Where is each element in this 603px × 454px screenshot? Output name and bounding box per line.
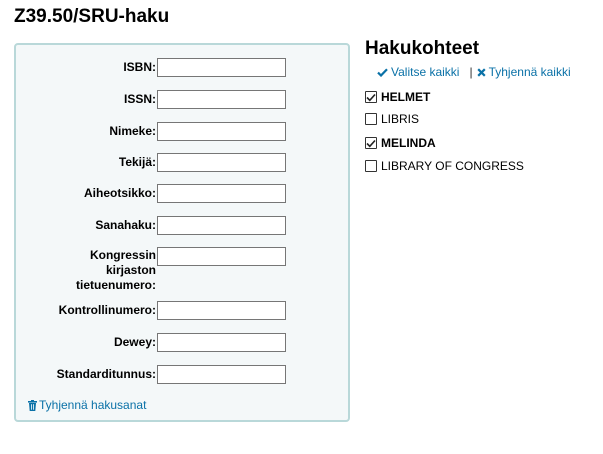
title-label: Nimeke: bbox=[109, 124, 156, 138]
issn-label: ISSN: bbox=[123, 92, 156, 106]
search-targets-title: Hakukohteet bbox=[365, 38, 480, 59]
checkmark-icon bbox=[366, 93, 376, 101]
check-icon bbox=[377, 67, 388, 77]
helmet-label: HELMET bbox=[381, 90, 431, 104]
title-input[interactable] bbox=[157, 122, 286, 141]
control-number-label: Kontrollinumero: bbox=[58, 303, 156, 317]
control-number-input[interactable] bbox=[157, 301, 286, 320]
isbn-label: ISBN: bbox=[123, 60, 156, 74]
actions-separator: | bbox=[469, 65, 473, 79]
target-item-library-of-congress[interactable]: LIBRARY OF CONGRESS bbox=[365, 159, 524, 173]
lccn-input[interactable] bbox=[157, 247, 286, 266]
issn-input[interactable] bbox=[157, 90, 286, 109]
author-label: Tekijä: bbox=[118, 155, 156, 169]
page-title: Z39.50/SRU-haku bbox=[14, 6, 170, 27]
standard-id-label: Standarditunnus: bbox=[56, 367, 156, 381]
target-item-melinda[interactable]: MELINDA bbox=[365, 136, 436, 150]
clear-all-link[interactable]: Tyhjennä kaikki bbox=[477, 65, 571, 79]
trash-icon bbox=[28, 399, 37, 411]
target-item-helmet[interactable]: HELMET bbox=[365, 90, 430, 104]
keyword-input[interactable] bbox=[157, 216, 286, 235]
library-of-congress-checkbox[interactable] bbox=[365, 160, 377, 172]
clear-search-terms-link[interactable]: Tyhjennä hakusanat bbox=[28, 398, 146, 412]
subject-label: Aiheotsikko: bbox=[83, 186, 156, 200]
melinda-checkbox[interactable] bbox=[365, 137, 377, 149]
clear-all-label: Tyhjennä kaikki bbox=[488, 65, 571, 79]
search-form-panel: ISBN: ISSN: Nimeke: Tekijä: Aiheotsikko:… bbox=[14, 43, 350, 422]
dewey-input[interactable] bbox=[157, 333, 286, 352]
standard-id-input[interactable] bbox=[157, 365, 286, 384]
dewey-label: Dewey: bbox=[113, 335, 156, 349]
keyword-label: Sanahaku: bbox=[95, 218, 156, 232]
subject-input[interactable] bbox=[157, 184, 286, 203]
libris-label: LIBRIS bbox=[381, 112, 420, 126]
lccn-label: Kongressin kirjaston tietuenumero: bbox=[16, 248, 156, 293]
lccn-label-line-3: tietuenumero: bbox=[75, 278, 156, 292]
author-input[interactable] bbox=[157, 153, 286, 172]
checkmark-icon bbox=[366, 139, 376, 147]
select-all-link[interactable]: Valitse kaikki bbox=[377, 65, 459, 79]
helmet-checkbox[interactable] bbox=[365, 91, 377, 103]
x-icon bbox=[477, 67, 486, 77]
lccn-label-line-1: Kongressin bbox=[89, 248, 156, 262]
select-all-label: Valitse kaikki bbox=[391, 65, 460, 79]
lccn-label-line-2: kirjaston bbox=[105, 263, 156, 277]
melinda-label: MELINDA bbox=[381, 136, 436, 150]
target-select-actions: Valitse kaikki | Tyhjennä kaikki bbox=[377, 65, 571, 79]
library-of-congress-label: LIBRARY OF CONGRESS bbox=[381, 159, 524, 173]
clear-search-terms-label: Tyhjennä hakusanat bbox=[39, 398, 147, 412]
libris-checkbox[interactable] bbox=[365, 113, 377, 125]
isbn-input[interactable] bbox=[157, 58, 286, 77]
target-item-libris[interactable]: LIBRIS bbox=[365, 112, 419, 126]
